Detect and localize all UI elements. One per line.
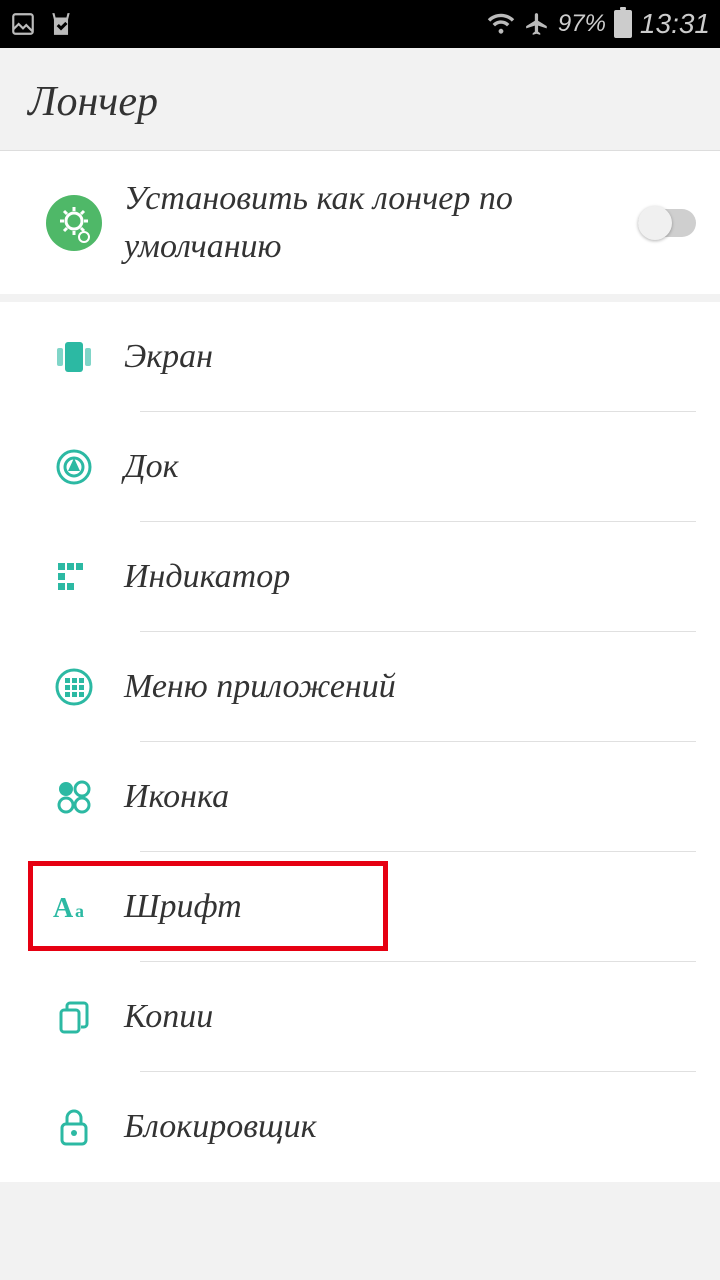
app-grid-icon bbox=[54, 667, 94, 707]
lock-icon bbox=[56, 1107, 92, 1147]
item-label: Копии bbox=[124, 969, 696, 1065]
item-app-menu[interactable]: Меню приложений bbox=[0, 632, 720, 742]
picture-icon bbox=[10, 11, 36, 37]
copies-icon bbox=[55, 998, 93, 1036]
item-label: Шрифт bbox=[124, 859, 696, 955]
item-copies[interactable]: Копии bbox=[0, 962, 720, 1072]
item-indicator[interactable]: Индикатор bbox=[0, 522, 720, 632]
default-toggle[interactable] bbox=[638, 209, 696, 237]
item-label: Док bbox=[124, 419, 696, 515]
item-label: Индикатор bbox=[124, 529, 696, 625]
page-title: Лончер bbox=[28, 78, 692, 126]
svg-text:a: a bbox=[75, 901, 84, 921]
battery-percent: 97% bbox=[558, 10, 606, 38]
status-bar: 97% 13:31 bbox=[0, 0, 720, 48]
item-blocker[interactable]: Блокировщик bbox=[0, 1072, 720, 1182]
icon-shapes-icon bbox=[54, 777, 94, 817]
item-label: Экран bbox=[124, 309, 696, 405]
svg-text:A: A bbox=[53, 893, 74, 924]
indicator-icon bbox=[56, 559, 92, 595]
font-icon: Aa bbox=[53, 889, 95, 925]
shopping-icon bbox=[48, 11, 74, 37]
item-label: Блокировщик bbox=[124, 1079, 696, 1175]
airplane-icon bbox=[524, 11, 550, 37]
battery-icon bbox=[614, 10, 632, 38]
screen-icon bbox=[53, 336, 95, 378]
page-header: Лончер bbox=[0, 48, 720, 151]
item-dock[interactable]: Док bbox=[0, 412, 720, 522]
item-screen[interactable]: Экран bbox=[0, 302, 720, 412]
set-default-label: Установить как лончер по умолчанию bbox=[124, 151, 638, 294]
item-label: Меню приложений bbox=[124, 639, 696, 735]
wifi-icon bbox=[486, 12, 516, 36]
item-icon[interactable]: Иконка bbox=[0, 742, 720, 852]
item-font[interactable]: Aa Шрифт bbox=[0, 852, 720, 962]
set-default-launcher-row[interactable]: Установить как лончер по умолчанию bbox=[0, 151, 720, 294]
dock-icon bbox=[54, 447, 94, 487]
gear-icon bbox=[46, 195, 102, 251]
item-label: Иконка bbox=[124, 749, 696, 845]
clock: 13:31 bbox=[640, 8, 710, 40]
